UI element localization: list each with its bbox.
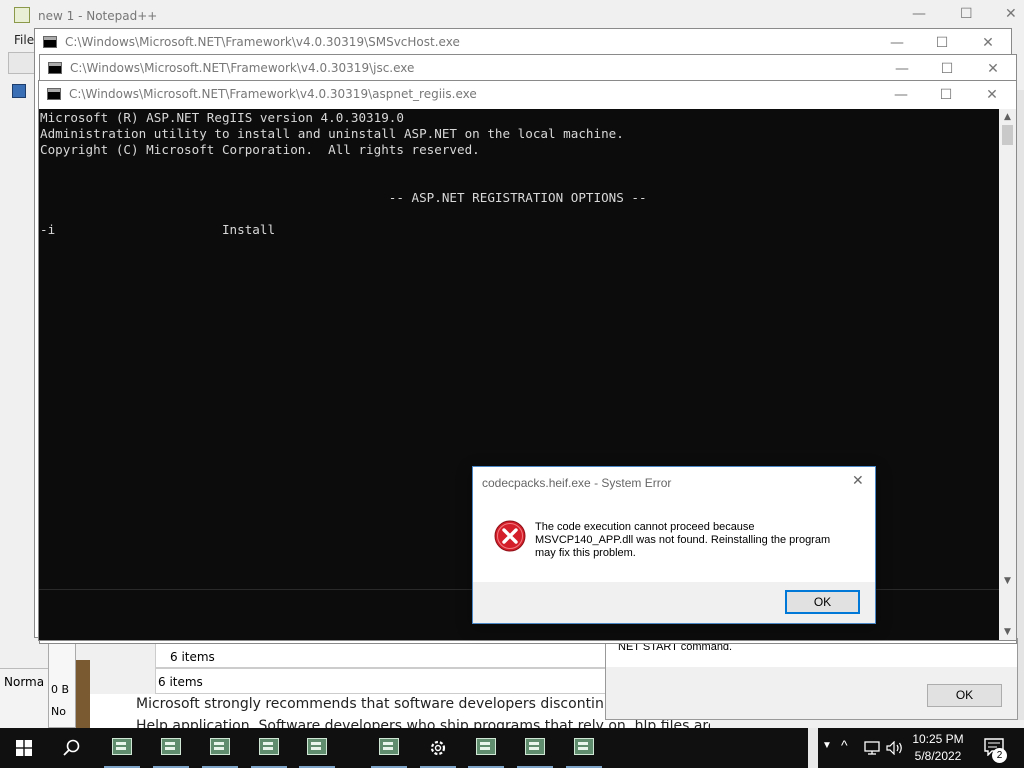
word-no-text: No [51, 705, 66, 718]
console-app-icon [574, 738, 594, 755]
explorer-item-count: 6 items [170, 650, 215, 664]
notepad-title: new 1 - Notepad++ [38, 9, 158, 23]
taskbar-app-console[interactable] [149, 728, 193, 768]
dialog-close-button[interactable]: ✕ [852, 473, 864, 489]
minimize-button[interactable]: — [879, 55, 925, 83]
word-size-text: 0 B [51, 683, 70, 696]
word-statusbar: Norma [0, 668, 50, 729]
console-titlebar[interactable]: C:\Windows\Microsoft.NET\Framework\v4.0.… [40, 55, 1016, 83]
maximize-button[interactable]: ☐ [923, 81, 969, 109]
console-titlebar[interactable]: C:\Windows\Microsoft.NET\Framework\v4.0.… [35, 29, 1011, 57]
taskbar-app-console[interactable] [464, 728, 508, 768]
maximize-button[interactable]: ☐ [919, 29, 965, 57]
dialog-title: codecpacks.heif.exe - System Error [482, 476, 672, 490]
taskbar-app-settings[interactable] [416, 728, 460, 768]
search-button[interactable] [48, 728, 96, 768]
console-app-icon [379, 738, 399, 755]
scroll-down-arrow[interactable]: ▼ [999, 573, 1016, 589]
notification-badge: 2 [992, 748, 1007, 763]
console-app-icon [210, 738, 230, 755]
close-button[interactable]: ✕ [965, 29, 1011, 57]
explorer-window-2[interactable]: 6 items [155, 668, 615, 694]
scroll-down-arrow[interactable]: ▼ [999, 624, 1016, 640]
close-button[interactable]: ✕ [969, 81, 1015, 109]
search-icon [63, 739, 80, 756]
taskbar-app-console[interactable] [295, 728, 339, 768]
error-message-line: may fix this problem. [535, 547, 636, 559]
notification-count: 2 [996, 750, 1003, 761]
explorer-window-1[interactable]: 6 items [155, 641, 615, 668]
scroll-up-arrow[interactable]: ▲ [999, 109, 1016, 125]
scroll-thumb[interactable] [1002, 125, 1013, 145]
volume-icon[interactable] [886, 741, 904, 755]
notifications-button[interactable]: 2 [978, 728, 1018, 768]
console-icon [43, 36, 57, 48]
ok-button[interactable]: OK [785, 590, 860, 614]
error-icon [494, 520, 526, 552]
document-text-line: Microsoft strongly recommends that softw… [136, 696, 604, 712]
minimize-button[interactable]: — [874, 29, 920, 57]
notepad-maximize-button[interactable]: ☐ [960, 6, 973, 22]
net-dialog-ok-label: OK [955, 688, 974, 702]
system-error-dialog[interactable]: codecpacks.heif.exe - System Error ✕ The… [472, 466, 876, 624]
console-app-icon [525, 738, 545, 755]
taskbar-app-console[interactable] [100, 728, 144, 768]
error-message-line: MSVCP140_APP.dll was not found. Reinstal… [535, 534, 831, 546]
chevron-up-icon[interactable]: ^ [841, 737, 848, 753]
notepad-menu-file[interactable]: File [14, 33, 34, 47]
net-service-dialog[interactable]: NET START command. OK [605, 638, 1018, 720]
notepad-save-icon[interactable] [12, 84, 26, 98]
clock[interactable]: 10:25 PM 5/8/2022 [906, 731, 970, 765]
error-message-line: The code execution cannot proceed becaus… [535, 521, 755, 533]
error-message: The code execution cannot proceed becaus… [535, 521, 830, 560]
taskbar-app-console[interactable] [247, 728, 291, 768]
taskbar: ▼ ^ 10:25 PM 5/8/2022 2 [0, 728, 1024, 768]
console-icon [47, 88, 61, 100]
console-title: C:\Windows\Microsoft.NET\Framework\v4.0.… [70, 61, 415, 75]
notepad-minimize-button[interactable]: — [912, 6, 926, 22]
notepad-close-button[interactable]: ✕ [1005, 6, 1017, 22]
minimize-button[interactable]: — [878, 81, 924, 109]
word-sidebar: 0 B No [48, 640, 76, 728]
taskbar-app-console[interactable] [562, 728, 606, 768]
net-dialog-ok-button[interactable]: OK [927, 684, 1002, 707]
clock-time: 10:25 PM [912, 732, 964, 746]
console-title: C:\Windows\Microsoft.NET\Framework\v4.0.… [65, 35, 460, 49]
close-button[interactable]: ✕ [970, 55, 1016, 83]
console-app-icon [259, 738, 279, 755]
taskbar-app-console[interactable] [513, 728, 557, 768]
console-titlebar[interactable]: C:\Windows\Microsoft.NET\Framework\v4.0.… [39, 81, 1016, 109]
console-title: C:\Windows\Microsoft.NET\Framework\v4.0.… [69, 87, 477, 101]
windows-logo-icon [16, 740, 32, 756]
console-app-icon [476, 738, 496, 755]
console-app-icon [307, 738, 327, 755]
console-output-text: Microsoft (R) ASP.NET RegIIS version 4.0… [40, 110, 647, 237]
ok-button-label: OK [813, 595, 832, 609]
console-scrollbar[interactable]: ▲ ▼ ▼ [999, 109, 1016, 640]
network-icon[interactable] [864, 741, 880, 755]
maximize-button[interactable]: ☐ [924, 55, 970, 83]
taskbar-app-console[interactable] [198, 728, 242, 768]
wood-strip [76, 660, 90, 728]
clock-date: 5/8/2022 [914, 749, 962, 763]
chevron-down-icon[interactable]: ▼ [822, 740, 832, 751]
taskbar-app-console[interactable] [367, 728, 411, 768]
gear-icon [430, 740, 446, 756]
start-button[interactable] [0, 728, 48, 768]
notepad-icon [14, 7, 30, 23]
window-edge-strip [808, 728, 818, 768]
console-app-icon [161, 738, 181, 755]
console-app-icon [112, 738, 132, 755]
console-icon [48, 62, 62, 74]
word-style-box[interactable]: Norma [4, 675, 44, 689]
explorer-item-count: 6 items [158, 675, 203, 689]
